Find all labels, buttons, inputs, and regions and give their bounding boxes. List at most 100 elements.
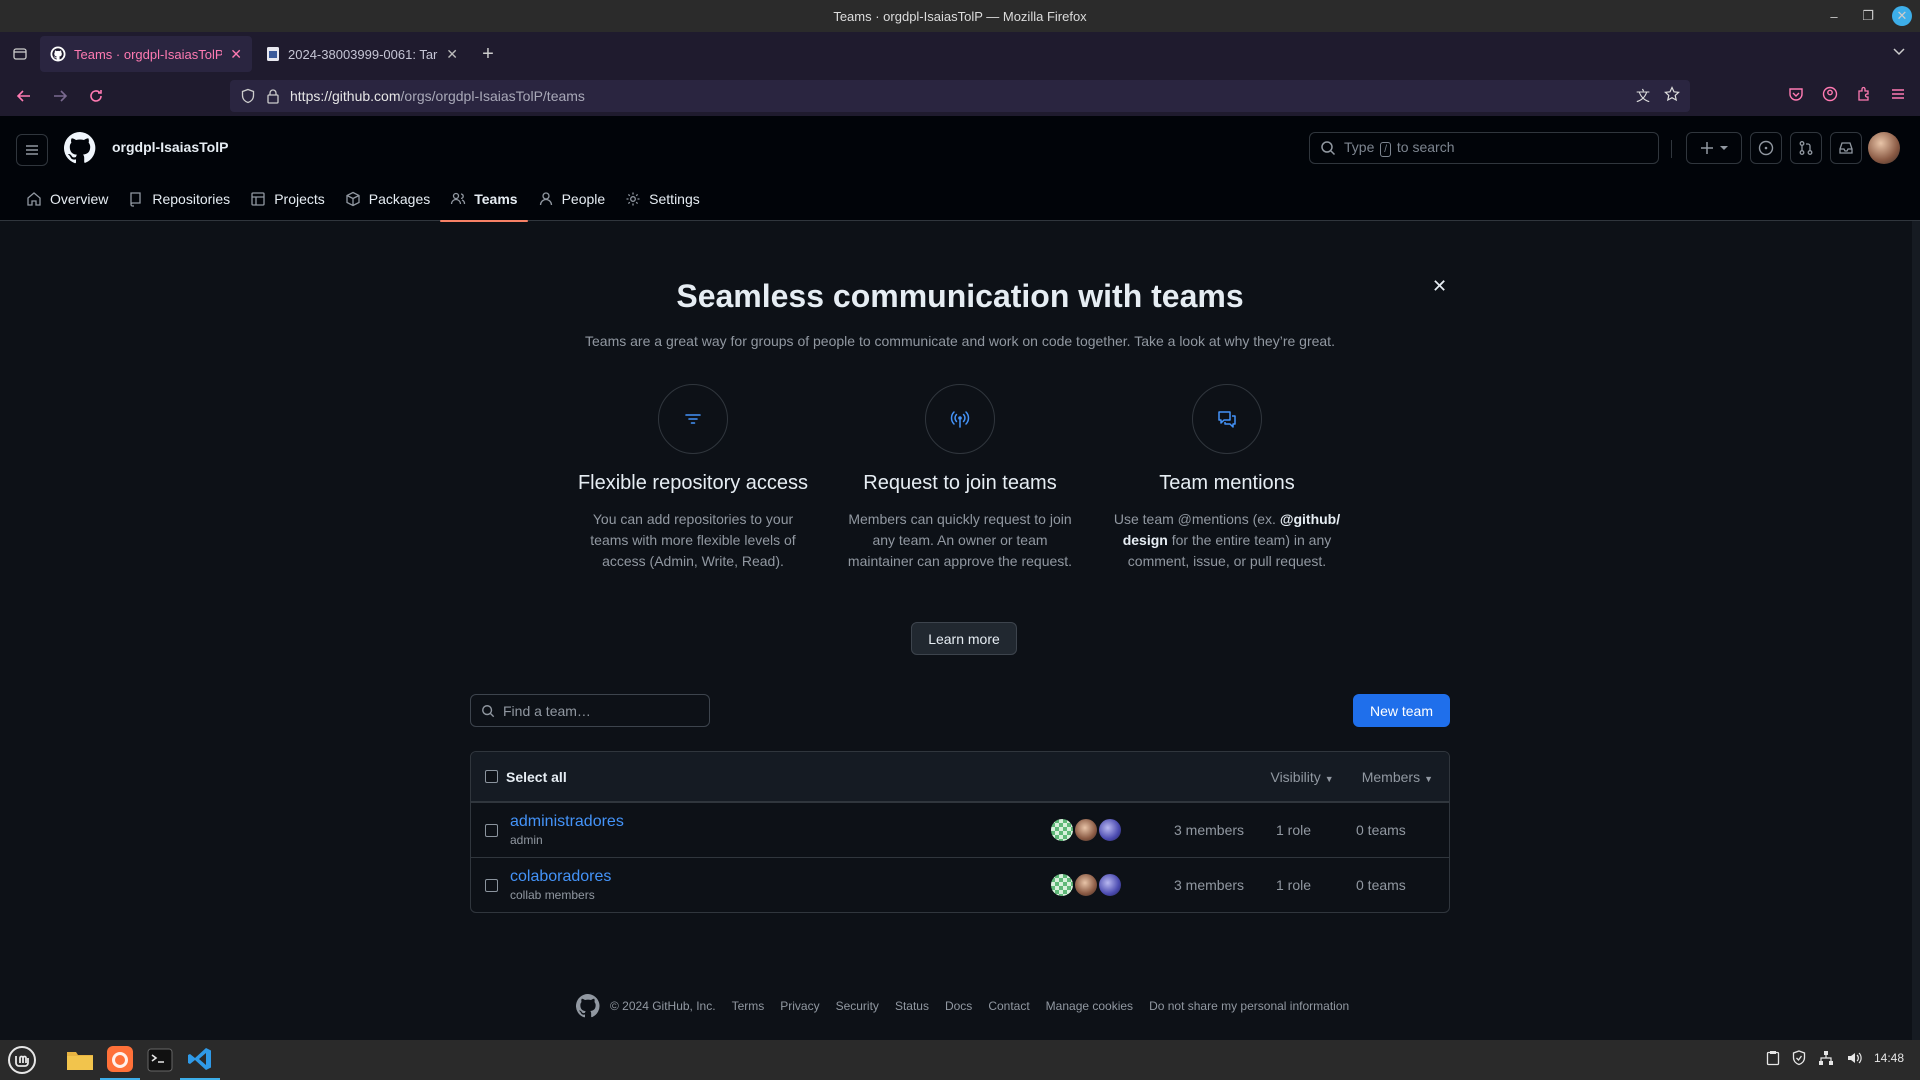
members-count-link[interactable]: 3 members	[1174, 822, 1244, 838]
avatar[interactable]	[1097, 872, 1123, 898]
new-tab-icon[interactable]: +	[472, 43, 504, 66]
teams-table: Select all Visibility ▼ Members ▼ administ…	[470, 751, 1450, 913]
star-icon[interactable]	[1664, 86, 1680, 102]
lock-icon[interactable]	[266, 88, 280, 104]
user-avatar[interactable]	[1868, 132, 1900, 164]
github-header: orgdpl-IsaiasTolP Type / to search Overv…	[0, 116, 1920, 222]
footer-link-contact[interactable]: Contact	[988, 999, 1029, 1013]
shield-icon[interactable]	[240, 88, 256, 104]
clipboard-icon[interactable]	[1766, 1050, 1780, 1066]
back-arrow-icon[interactable]	[6, 88, 42, 104]
org-name[interactable]: orgdpl-IsaiasTolP	[112, 139, 228, 155]
comment-discussion-icon	[1218, 411, 1236, 428]
reload-icon[interactable]	[78, 88, 114, 104]
caret-down-icon: ▼	[1424, 773, 1433, 784]
mint-menu-icon[interactable]	[2, 1040, 42, 1080]
terminal-icon[interactable]	[140, 1040, 180, 1080]
footer-link-privacy[interactable]: Privacy	[780, 999, 819, 1013]
tab-close-icon[interactable]: ✕	[230, 46, 242, 63]
org-navigation: Overview Repositories Projects Packages …	[16, 176, 710, 222]
feature-title: Request to join teams	[863, 472, 1057, 494]
avatar[interactable]	[1049, 817, 1075, 843]
roles-count-link[interactable]: 1 role	[1276, 877, 1311, 893]
volume-icon[interactable]	[1846, 1050, 1862, 1066]
members-count-link[interactable]: 3 members	[1174, 877, 1244, 893]
feature-request-join: Request to join teams Members can quickl…	[840, 384, 1080, 572]
maximize-icon[interactable]: ❐	[1858, 8, 1878, 24]
hamburger-menu-icon[interactable]	[16, 134, 48, 166]
pocket-icon[interactable]	[1788, 86, 1804, 102]
files-folder-icon[interactable]	[60, 1040, 100, 1080]
vscode-icon[interactable]	[180, 1040, 220, 1080]
child-teams-count-link[interactable]: 0 teams	[1356, 877, 1406, 893]
tab-settings[interactable]: Settings	[615, 176, 710, 221]
tab-people[interactable]: People	[528, 176, 616, 221]
hero-subtitle: Teams are a great way for groups of peop…	[585, 333, 1335, 349]
translate-icon[interactable]: 文	[1636, 86, 1650, 106]
extensions-icon[interactable]	[1856, 86, 1872, 102]
team-info: colaboradores collab members	[510, 868, 1030, 902]
create-new-button[interactable]	[1686, 132, 1742, 164]
browser-tab-teams[interactable]: Teams · orgdpl-IsaiasTolP ✕	[40, 36, 252, 72]
new-team-button[interactable]: New team	[1353, 694, 1450, 727]
tab-packages[interactable]: Packages	[335, 176, 440, 221]
members-filter[interactable]: Members ▼	[1362, 769, 1433, 785]
pull-requests-button[interactable]	[1790, 132, 1822, 164]
network-icon[interactable]	[1818, 1050, 1834, 1066]
avatar[interactable]	[1073, 817, 1099, 843]
footer-link-docs[interactable]: Docs	[945, 999, 972, 1013]
roles-count-link[interactable]: 1 role	[1276, 822, 1311, 838]
tab-label: People	[561, 190, 606, 207]
select-all-checkbox[interactable]	[485, 770, 498, 783]
tab-teams[interactable]: Teams	[440, 176, 528, 222]
url-bar[interactable]: https://github.com/orgs/orgdpl-IsaiasTol…	[230, 80, 1690, 112]
visibility-filter[interactable]: Visibility ▼	[1270, 769, 1333, 785]
clock[interactable]: 14:48	[1874, 1051, 1904, 1065]
avatar[interactable]	[1097, 817, 1123, 843]
member-avatars	[1049, 817, 1123, 843]
account-icon[interactable]	[1822, 86, 1838, 102]
member-avatars	[1049, 872, 1123, 898]
inbox-button[interactable]	[1830, 132, 1862, 164]
search-input[interactable]: Type / to search	[1309, 132, 1659, 164]
tab-overview[interactable]: Overview	[16, 176, 118, 221]
team-name-link[interactable]: colaboradores	[510, 868, 1030, 886]
learn-more-button[interactable]: Learn more	[911, 622, 1017, 655]
child-teams-count-link[interactable]: 0 teams	[1356, 822, 1406, 838]
browser-tab-tarea[interactable]: 2024-38003999-0061: Tarea ✕	[256, 36, 468, 72]
forward-arrow-icon[interactable]	[42, 88, 78, 104]
footer-link-status[interactable]: Status	[895, 999, 929, 1013]
feature-team-mentions: Team mentions Use team @mentions (ex. @g…	[1107, 384, 1347, 572]
issue-opened-icon	[1758, 140, 1774, 156]
avatar[interactable]	[1049, 872, 1075, 898]
minimize-icon[interactable]: –	[1824, 9, 1844, 24]
select-all-label[interactable]: Select all	[506, 769, 567, 785]
find-team-input[interactable]: Find a team…	[470, 694, 710, 727]
footer-link-security[interactable]: Security	[836, 999, 879, 1013]
github-logo-icon[interactable]	[64, 132, 96, 164]
footer-link-do-not-share[interactable]: Do not share my personal information	[1149, 999, 1349, 1013]
avatar[interactable]	[1073, 872, 1099, 898]
firefox-taskbar-icon[interactable]	[100, 1040, 140, 1080]
github-mark-icon[interactable]	[576, 994, 600, 1018]
row-checkbox[interactable]	[485, 823, 498, 837]
tab-label: Packages	[368, 190, 431, 207]
tab-repositories[interactable]: Repositories	[118, 176, 240, 221]
team-name-link[interactable]: administradores	[510, 813, 1030, 831]
feature-icon-circle	[925, 384, 995, 454]
tab-label: Overview	[50, 190, 109, 207]
close-window-icon[interactable]: ✕	[1892, 6, 1912, 26]
issues-button[interactable]	[1750, 132, 1782, 164]
inbox-icon	[1839, 142, 1853, 154]
tab-projects[interactable]: Projects	[240, 176, 335, 221]
table-icon	[251, 191, 265, 206]
page-scrollbar[interactable]	[1912, 221, 1920, 1040]
security-shield-icon[interactable]	[1792, 1050, 1806, 1066]
tab-close-icon[interactable]: ✕	[446, 46, 458, 63]
footer-link-terms[interactable]: Terms	[732, 999, 765, 1013]
footer-link-manage-cookies[interactable]: Manage cookies	[1046, 999, 1133, 1013]
chevron-down-icon[interactable]	[1892, 44, 1906, 58]
tab-list-icon[interactable]	[0, 46, 40, 62]
row-checkbox[interactable]	[485, 878, 498, 892]
menu-icon[interactable]	[1890, 86, 1906, 102]
